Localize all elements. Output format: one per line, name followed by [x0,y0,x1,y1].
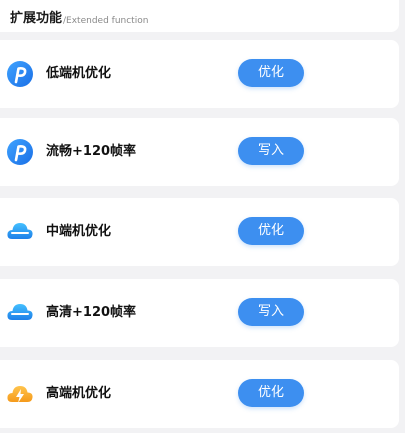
cloud-icon [7,304,33,320]
write-button[interactable]: 写入 [238,137,304,165]
optimize-button[interactable]: 优化 [238,59,304,87]
p-logo-icon [7,61,33,87]
item-label: 高端机优化 [46,386,112,401]
section-header: 扩展功能 /Extended function [0,0,399,32]
list-item-low-end-optimize: 低端机优化 优化 [0,40,399,108]
list-item-mid-end-optimize: 中端机优化 优化 [0,198,399,266]
item-label: 高清+120帧率 [46,305,137,320]
section-title: 扩展功能 [10,11,63,26]
optimize-button[interactable]: 优化 [238,217,304,245]
item-label: 流畅+120帧率 [46,144,137,159]
optimize-button[interactable]: 优化 [238,379,304,407]
write-button[interactable]: 写入 [238,298,304,326]
cloud-icon [7,223,33,239]
p-logo-icon [7,139,33,165]
item-label: 中端机优化 [46,224,112,239]
list-item-high-end-optimize: 高端机优化 优化 [0,360,399,428]
list-item-hd-120fps: 高清+120帧率 写入 [0,279,399,347]
list-item-smooth-120fps: 流畅+120帧率 写入 [0,118,399,186]
extended-functions-page: 扩展功能 /Extended function 低端机优化 优化 流畅+120帧… [0,0,405,433]
cloud-lightning-icon [7,386,33,403]
item-label: 低端机优化 [46,66,112,81]
section-subtitle: /Extended function [63,16,149,26]
